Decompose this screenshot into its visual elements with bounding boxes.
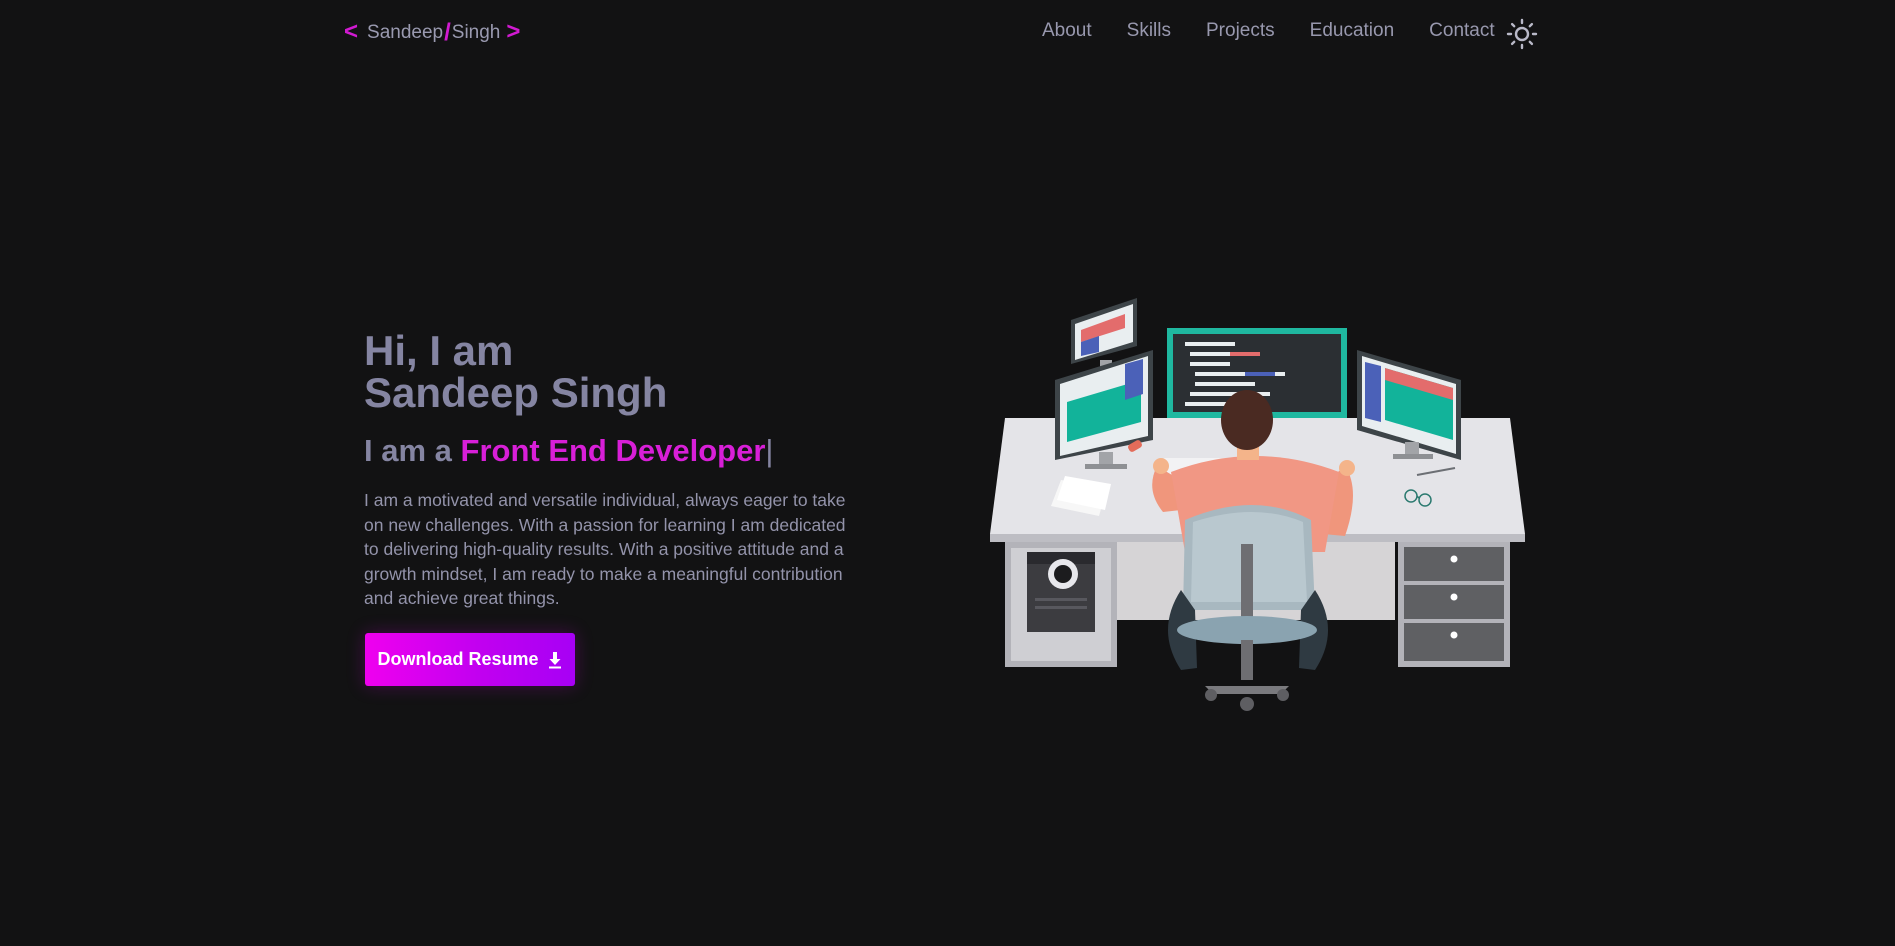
typing-cursor: | — [765, 433, 774, 468]
logo-first-name: Sandeep — [367, 22, 444, 43]
hero-role-line: I am a Front End Developer| — [364, 432, 854, 470]
theme-toggle-button[interactable] — [1506, 18, 1538, 50]
nav-link-contact[interactable]: Contact — [1429, 20, 1494, 42]
nav-link-projects[interactable]: Projects — [1206, 20, 1275, 42]
download-resume-label: Download Resume — [377, 649, 539, 669]
download-icon — [548, 651, 561, 668]
nav-links: About Skills Projects Education Contact — [1042, 20, 1530, 42]
logo-slash: / — [444, 19, 451, 46]
nav-link-education[interactable]: Education — [1310, 20, 1395, 42]
developer-at-desk-illustration — [990, 298, 1525, 711]
hero-section: Hi, I am Sandeep Singh I am a Front End … — [364, 330, 854, 628]
hero-role-prefix: I am a — [364, 433, 452, 468]
hero-name: Sandeep Singh — [364, 369, 668, 416]
nav-link-skills[interactable]: Skills — [1127, 20, 1171, 42]
sun-icon — [1506, 18, 1538, 50]
top-navbar: < Sandeep / Singh > About Skills Project… — [0, 0, 1895, 66]
hero-greeting: Hi, I am — [364, 327, 514, 374]
nav-link-about[interactable]: About — [1042, 20, 1092, 42]
logo-last-name: Singh — [451, 22, 501, 43]
site-logo[interactable]: < Sandeep / Singh > — [344, 18, 520, 48]
download-resume-button[interactable]: Download Resume — [365, 633, 575, 686]
logo-open-bracket: < — [344, 17, 359, 45]
hero-role-typed: Front End Developer — [460, 433, 766, 468]
hero-description: I am a motivated and versatile individua… — [364, 490, 846, 608]
logo-close-bracket: > — [506, 17, 521, 45]
